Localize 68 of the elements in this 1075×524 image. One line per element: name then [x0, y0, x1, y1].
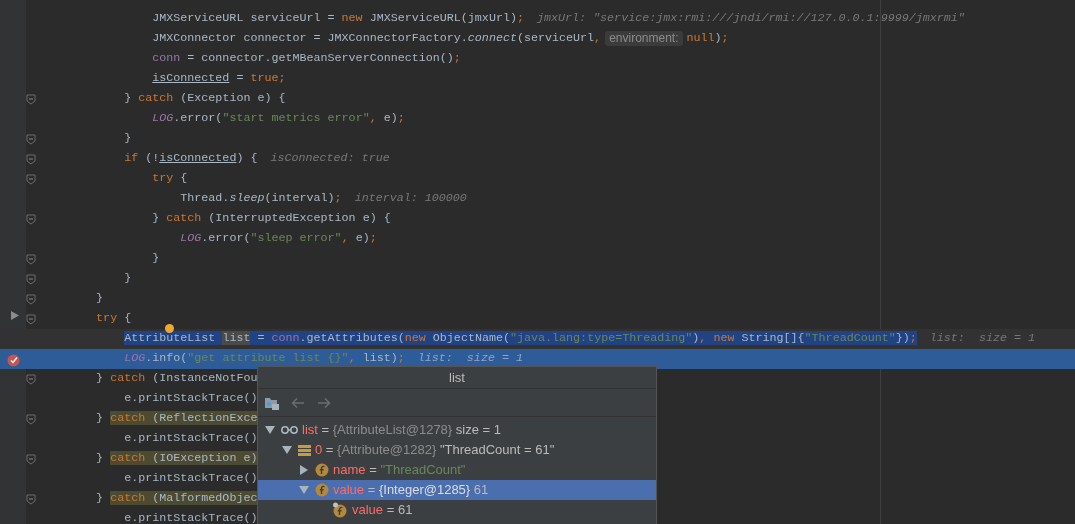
parameter-hint: environment: [605, 31, 683, 47]
code-line: e.printStackTrace() [124, 390, 258, 408]
inline-value-hint: isConnected: true [270, 150, 390, 168]
breakpoint-icon[interactable] [6, 353, 20, 367]
code-line: } catch (InterruptedException e) { [152, 210, 391, 228]
variable-value: 0 = {Attribute@1282} "ThreadCount = 61" [315, 441, 555, 460]
fold-marker-icon[interactable] [26, 493, 36, 505]
fold-marker-icon[interactable] [26, 133, 36, 145]
code-line: } [152, 250, 160, 268]
tree-row[interactable]: 0 = {Attribute@1282} "ThreadCount = 61" [258, 440, 656, 460]
code-line: try { [96, 310, 132, 328]
intention-bulb-icon[interactable] [165, 324, 174, 333]
code-line: JMXServiceURL serviceUrl = new JMXServiceURL(jmxUrl); [152, 10, 524, 28]
code-line: } catch (Exception e) { [124, 90, 286, 108]
popup-title: list [258, 367, 656, 389]
fold-marker-icon[interactable] [26, 213, 36, 225]
code-line: } catch (IOException e) [96, 450, 258, 468]
code-line: JMXConnector connector = JMXConnectorFactory.connect(serviceUrl, [152, 30, 602, 48]
code-line: try { [152, 170, 188, 188]
tree-row[interactable]: value = {Integer@1285} 61 [258, 480, 656, 500]
variable-value: value = {Integer@1285} 61 [333, 481, 489, 500]
variable-value: name = "ThreadCount" [333, 461, 466, 480]
fold-marker-icon[interactable] [26, 313, 36, 325]
fold-marker-icon[interactable] [26, 93, 36, 105]
expanded-arrow-icon[interactable] [299, 486, 309, 494]
variable-value: value = 61 [352, 501, 413, 520]
code-line: Thread.sleep(interval); [180, 190, 342, 208]
fold-marker-icon[interactable] [26, 293, 36, 305]
code-line: } [96, 290, 104, 308]
collapsed-arrow-icon[interactable] [300, 465, 308, 475]
tree-row[interactable]: name = "ThreadCount" [258, 460, 656, 480]
code-line: LOG.error("start metrics error", e); [152, 110, 405, 128]
inline-value-hint: list: size = 1 [929, 330, 1036, 348]
inline-value-hint: jmxUrl: "service:jmx:rmi:///jndi/rmi://127.0.0.1:9999/jmxrmi" [536, 10, 965, 28]
inline-value-hint: interval: 100000 [354, 190, 467, 208]
code-line: null); [686, 30, 729, 48]
field-icon [315, 483, 329, 497]
fold-marker-icon[interactable] [26, 273, 36, 285]
code-line: } [124, 270, 132, 288]
code-line: } catch (MalformedObjec [96, 490, 258, 508]
fold-marker-icon[interactable] [26, 173, 36, 185]
code-line: LOG.error("sleep error", e); [180, 230, 377, 248]
code-line: e.printStackTrace() [124, 510, 258, 524]
tree-row[interactable]: value = 61 [258, 500, 656, 520]
field-icon [315, 463, 329, 477]
expanded-arrow-icon[interactable] [265, 426, 275, 434]
code-line: e.printStackTrace() [124, 430, 258, 448]
fold-marker-icon[interactable] [26, 373, 36, 385]
expanded-arrow-icon[interactable] [282, 446, 292, 454]
code-line: AttributeList list = conn.getAttributes(new ObjectName("java.lang:type=Threading"), new String[]{"ThreadCount"}); [124, 330, 917, 348]
code-line: } [124, 130, 132, 148]
code-line: e.printStackTrace() [124, 470, 258, 488]
array-icon [298, 443, 311, 457]
field-icon [332, 502, 348, 518]
glasses-icon [281, 425, 298, 435]
fold-marker-icon[interactable] [26, 153, 36, 165]
code-line: isConnected = true; [152, 70, 286, 88]
code-line: LOG.info("get attribute list {}", list); [124, 350, 405, 368]
fold-marker-icon[interactable] [26, 253, 36, 265]
tree-row[interactable]: list = {AttributeList@1278} size = 1 [258, 420, 656, 440]
code-line: } catch (ReflectionExce [96, 410, 258, 428]
code-line: } catch (InstanceNotFou [96, 370, 258, 388]
fold-marker-icon[interactable] [26, 453, 36, 465]
variable-value: list = {AttributeList@1278} size = 1 [302, 421, 501, 440]
code-line: conn = connector.getMBeanServerConnection(); [152, 50, 461, 68]
inline-value-hint: list: size = 1 [417, 350, 523, 368]
code-line: if (!isConnected) { [124, 150, 258, 168]
fold-marker-icon[interactable] [26, 413, 36, 425]
